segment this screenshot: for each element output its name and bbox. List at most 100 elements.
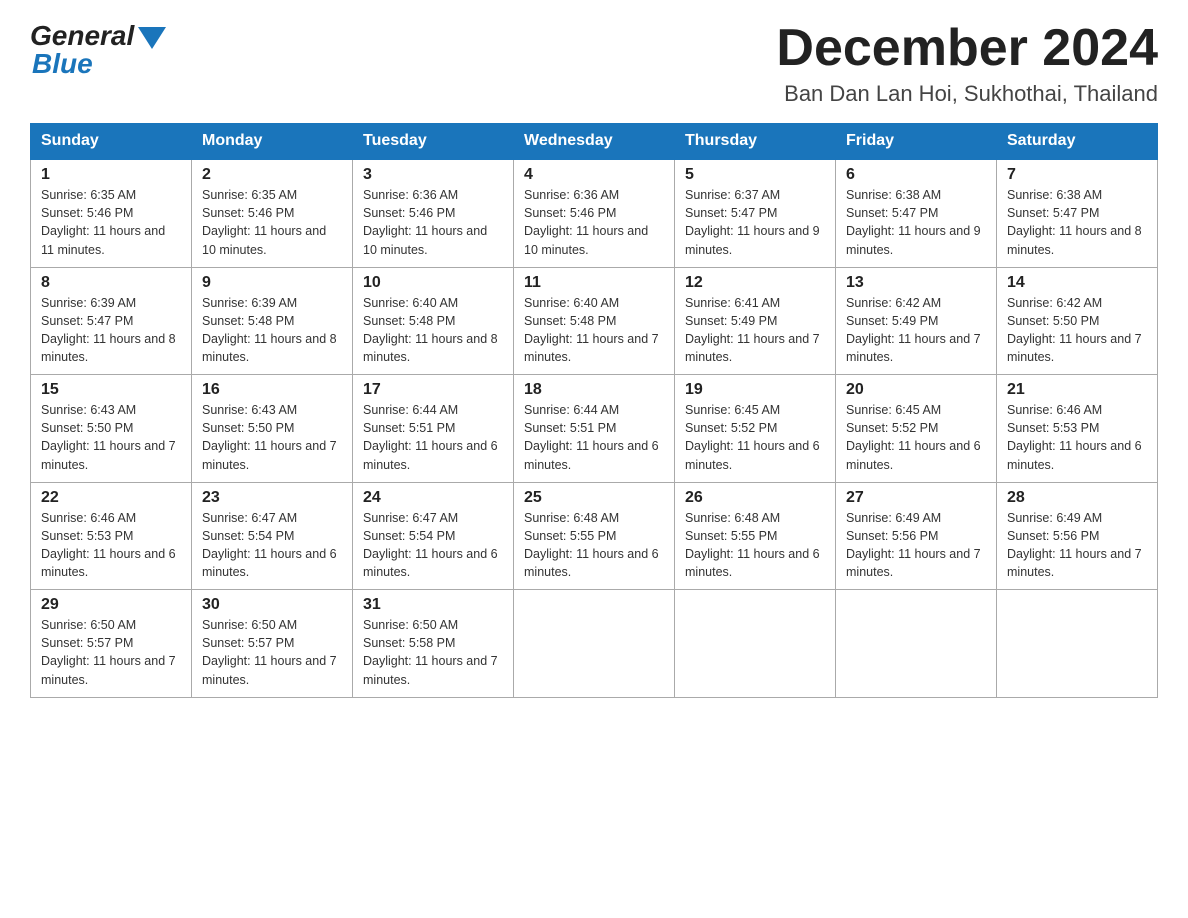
day-info: Sunrise: 6:40 AMSunset: 5:48 PMDaylight:… (363, 294, 503, 367)
calendar-day-cell: 6Sunrise: 6:38 AMSunset: 5:47 PMDaylight… (836, 159, 997, 267)
day-info: Sunrise: 6:45 AMSunset: 5:52 PMDaylight:… (846, 401, 986, 474)
calendar-day-cell: 30 Sunrise: 6:50 AMSunset: 5:57 PMDayligh… (192, 590, 353, 698)
calendar-day-cell: 2 Sunrise: 6:35 AMSunset: 5:46 PMDaylight… (192, 159, 353, 267)
day-info: Sunrise: 6:39 AMSunset: 5:47 PMDaylight:… (41, 294, 181, 367)
logo-triangle-icon (138, 27, 166, 49)
day-number: 27 (846, 489, 986, 507)
day-number: 21 (1007, 381, 1147, 399)
day-number: 23 (202, 489, 342, 507)
day-number: 13 (846, 274, 986, 292)
calendar-day-cell: 8 Sunrise: 6:39 AMSunset: 5:47 PMDaylight… (31, 267, 192, 375)
calendar-day-cell: 31 Sunrise: 6:50 AMSunset: 5:58 PMDayligh… (353, 590, 514, 698)
calendar-day-cell: 14 Sunrise: 6:42 AMSunset: 5:50 PMDayligh… (997, 267, 1158, 375)
weekday-header-sunday: Sunday (31, 124, 192, 160)
day-info: Sunrise: 6:43 AMSunset: 5:50 PMDaylight:… (202, 401, 342, 474)
calendar-day-cell: 21 Sunrise: 6:46 AMSunset: 5:53 PMDayligh… (997, 375, 1158, 483)
calendar-day-cell: 17 Sunrise: 6:44 AMSunset: 5:51 PMDayligh… (353, 375, 514, 483)
day-number: 19 (685, 381, 825, 399)
calendar-day-cell: 1 Sunrise: 6:35 AMSunset: 5:46 PMDaylight… (31, 159, 192, 267)
day-number: 29 (41, 596, 181, 614)
calendar-day-cell: 15Sunrise: 6:43 AMSunset: 5:50 PMDayligh… (31, 375, 192, 483)
calendar-day-cell: 12Sunrise: 6:41 AMSunset: 5:49 PMDayligh… (675, 267, 836, 375)
weekday-header-tuesday: Tuesday (353, 124, 514, 160)
day-number: 14 (1007, 274, 1147, 292)
day-info: Sunrise: 6:45 AMSunset: 5:52 PMDaylight:… (685, 401, 825, 474)
logo-blue-text: Blue (32, 48, 93, 80)
calendar-day-cell: 3 Sunrise: 6:36 AMSunset: 5:46 PMDaylight… (353, 159, 514, 267)
day-number: 5 (685, 166, 825, 184)
weekday-header-friday: Friday (836, 124, 997, 160)
weekday-header-thursday: Thursday (675, 124, 836, 160)
day-info: Sunrise: 6:44 AMSunset: 5:51 PMDaylight:… (363, 401, 503, 474)
day-info: Sunrise: 6:47 AMSunset: 5:54 PMDaylight:… (202, 509, 342, 582)
day-info: Sunrise: 6:48 AMSunset: 5:55 PMDaylight:… (685, 509, 825, 582)
calendar-table: SundayMondayTuesdayWednesdayThursdayFrid… (30, 123, 1158, 698)
calendar-day-cell: 5 Sunrise: 6:37 AMSunset: 5:47 PMDaylight… (675, 159, 836, 267)
day-info: Sunrise: 6:50 AMSunset: 5:57 PMDaylight:… (202, 616, 342, 689)
calendar-week-row: 22 Sunrise: 6:46 AMSunset: 5:53 PMDayligh… (31, 482, 1158, 590)
calendar-day-cell: 22 Sunrise: 6:46 AMSunset: 5:53 PMDayligh… (31, 482, 192, 590)
day-number: 7 (1007, 166, 1147, 184)
calendar-day-cell: 4 Sunrise: 6:36 AMSunset: 5:46 PMDaylight… (514, 159, 675, 267)
calendar-day-cell: 23 Sunrise: 6:47 AMSunset: 5:54 PMDayligh… (192, 482, 353, 590)
header: General Blue December 2024 Ban Dan Lan H… (30, 20, 1158, 107)
title-area: December 2024 Ban Dan Lan Hoi, Sukhothai… (776, 20, 1158, 107)
calendar-week-row: 15Sunrise: 6:43 AMSunset: 5:50 PMDayligh… (31, 375, 1158, 483)
calendar-day-cell: 27 Sunrise: 6:49 AMSunset: 5:56 PMDayligh… (836, 482, 997, 590)
day-info: Sunrise: 6:50 AMSunset: 5:58 PMDaylight:… (363, 616, 503, 689)
day-info: Sunrise: 6:43 AMSunset: 5:50 PMDaylight:… (41, 401, 181, 474)
day-info: Sunrise: 6:46 AMSunset: 5:53 PMDaylight:… (41, 509, 181, 582)
day-number: 30 (202, 596, 342, 614)
day-info: Sunrise: 6:38 AMSunset: 5:47 PMDaylight:… (1007, 186, 1147, 259)
day-number: 31 (363, 596, 503, 614)
calendar-day-cell: 11Sunrise: 6:40 AMSunset: 5:48 PMDayligh… (514, 267, 675, 375)
day-number: 4 (524, 166, 664, 184)
day-info: Sunrise: 6:41 AMSunset: 5:49 PMDaylight:… (685, 294, 825, 367)
day-info: Sunrise: 6:48 AMSunset: 5:55 PMDaylight:… (524, 509, 664, 582)
day-info: Sunrise: 6:44 AMSunset: 5:51 PMDaylight:… (524, 401, 664, 474)
calendar-day-cell: 29Sunrise: 6:50 AMSunset: 5:57 PMDayligh… (31, 590, 192, 698)
day-number: 18 (524, 381, 664, 399)
day-info: Sunrise: 6:36 AMSunset: 5:46 PMDaylight:… (363, 186, 503, 259)
day-number: 25 (524, 489, 664, 507)
day-info: Sunrise: 6:49 AMSunset: 5:56 PMDaylight:… (846, 509, 986, 582)
calendar-day-cell: 26Sunrise: 6:48 AMSunset: 5:55 PMDayligh… (675, 482, 836, 590)
calendar-day-cell: 9Sunrise: 6:39 AMSunset: 5:48 PMDaylight… (192, 267, 353, 375)
day-info: Sunrise: 6:39 AMSunset: 5:48 PMDaylight:… (202, 294, 342, 367)
day-info: Sunrise: 6:42 AMSunset: 5:49 PMDaylight:… (846, 294, 986, 367)
calendar-day-cell (514, 590, 675, 698)
day-info: Sunrise: 6:37 AMSunset: 5:47 PMDaylight:… (685, 186, 825, 259)
calendar-day-cell: 20 Sunrise: 6:45 AMSunset: 5:52 PMDayligh… (836, 375, 997, 483)
day-number: 16 (202, 381, 342, 399)
calendar-day-cell: 24Sunrise: 6:47 AMSunset: 5:54 PMDayligh… (353, 482, 514, 590)
weekday-header-saturday: Saturday (997, 124, 1158, 160)
day-number: 1 (41, 166, 181, 184)
calendar-day-cell: 13 Sunrise: 6:42 AMSunset: 5:49 PMDayligh… (836, 267, 997, 375)
logo: General Blue (30, 20, 166, 80)
calendar-week-row: 29 Sunrise: 6:50 AMSunset: 5:57 PMDayligh… (31, 590, 1158, 698)
weekday-header-row: SundayMondayTuesdayWednesdayThursdayFrid… (31, 124, 1158, 160)
calendar-day-cell: 19 Sunrise: 6:45 AMSunset: 5:52 PMDayligh… (675, 375, 836, 483)
day-number: 17 (363, 381, 503, 399)
calendar-week-row: 8 Sunrise: 6:39 AMSunset: 5:47 PMDaylight… (31, 267, 1158, 375)
calendar-day-cell: 16 Sunrise: 6:43 AMSunset: 5:50 PMDayligh… (192, 375, 353, 483)
day-info: Sunrise: 6:35 AMSunset: 5:46 PMDaylight:… (41, 186, 181, 259)
calendar-day-cell: 28Sunrise: 6:49 AMSunset: 5:56 PMDayligh… (997, 482, 1158, 590)
day-info: Sunrise: 6:35 AMSunset: 5:46 PMDaylight:… (202, 186, 342, 259)
day-number: 28 (1007, 489, 1147, 507)
weekday-header-monday: Monday (192, 124, 353, 160)
day-number: 22 (41, 489, 181, 507)
day-number: 2 (202, 166, 342, 184)
day-info: Sunrise: 6:36 AMSunset: 5:46 PMDaylight:… (524, 186, 664, 259)
day-number: 11 (524, 274, 664, 292)
day-number: 6 (846, 166, 986, 184)
day-number: 20 (846, 381, 986, 399)
calendar-day-cell (675, 590, 836, 698)
day-number: 3 (363, 166, 503, 184)
day-info: Sunrise: 6:46 AMSunset: 5:53 PMDaylight:… (1007, 401, 1147, 474)
calendar-day-cell (836, 590, 997, 698)
day-info: Sunrise: 6:42 AMSunset: 5:50 PMDaylight:… (1007, 294, 1147, 367)
day-number: 8 (41, 274, 181, 292)
day-number: 24 (363, 489, 503, 507)
calendar-week-row: 1 Sunrise: 6:35 AMSunset: 5:46 PMDaylight… (31, 159, 1158, 267)
